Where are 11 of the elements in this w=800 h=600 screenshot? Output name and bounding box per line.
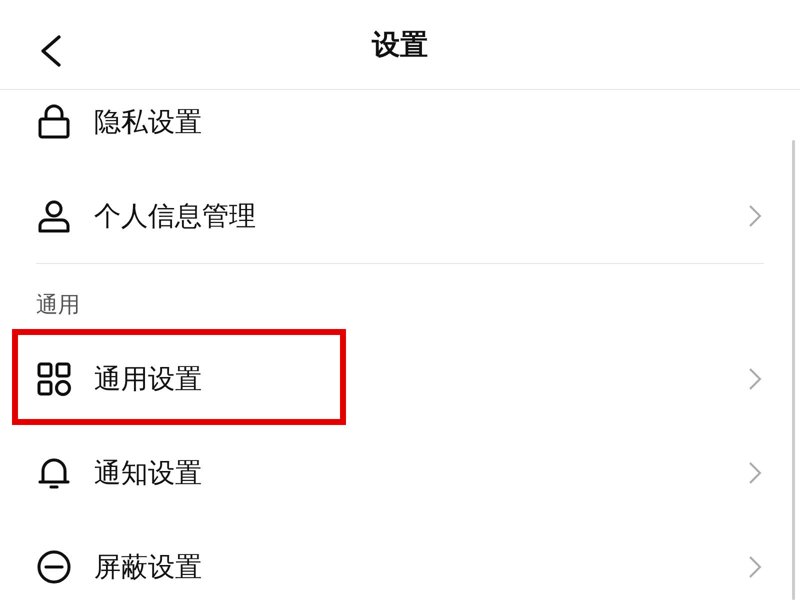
menu-item[interactable]: 隐私设置	[94, 104, 764, 140]
menu-item[interactable]: 通用设置	[94, 361, 748, 397]
grid-icon	[36, 361, 72, 397]
page-title: 设置	[372, 26, 428, 62]
menu-item[interactable]: 屏蔽设置	[94, 549, 748, 585]
person-icon	[36, 198, 72, 234]
lock-icon	[36, 104, 72, 140]
menu-item[interactable]: 通知设置	[94, 455, 748, 491]
menu-item[interactable]: 个人信息管理	[94, 198, 748, 234]
minus-circle-icon	[36, 549, 72, 585]
section-label: 通用	[36, 293, 80, 318]
